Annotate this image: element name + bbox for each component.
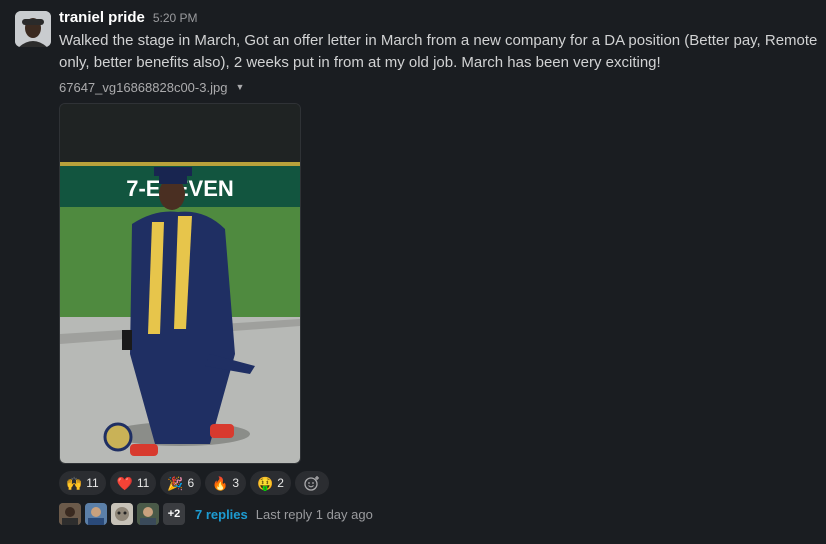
last-reply-text: Last reply 1 day ago [255,506,373,522]
message-header: traniel pride 5:20 PM [59,9,819,29]
reply-avatar [111,503,133,525]
message-text: Walked the stage in March, Got an offer … [59,32,818,71]
money-mouth-icon: 🤑 [257,475,274,491]
fire-icon: 🔥 [212,475,229,491]
message: traniel pride 5:20 PM Walked the stage i… [0,0,826,544]
raised-hands-icon: 🙌 [66,475,83,491]
reaction-count: 2 [277,476,284,490]
thread-summary[interactable]: +2 7 replies Last reply 1 day ago [59,503,373,525]
reaction-count: 11 [136,476,150,490]
file-name[interactable]: 67647_vg16868828c00-3.jpg [59,80,227,95]
reaction-bar: 🙌 11 ❤️ 11 🎉 6 🔥 3 🤑 2 [59,471,329,495]
reaction-pill[interactable]: ❤️ 11 [109,471,157,495]
extra-repliers-count: +2 [167,508,181,520]
reaction-pill[interactable]: 🤑 2 [250,471,291,495]
heart-icon: ❤️ [116,475,133,491]
party-popper-icon: 🎉 [167,475,184,491]
reaction-count: 3 [232,476,240,490]
message-timestamp[interactable]: 5:20 PM [153,11,198,25]
author-name[interactable]: traniel pride [59,9,145,26]
file-name-row: 67647_vg16868828c00-3.jpg ▼ [59,78,819,96]
reply-avatar [85,503,107,525]
reaction-pill[interactable]: 🔥 3 [205,471,247,495]
reaction-pill[interactable]: 🙌 11 [59,471,106,495]
chevron-down-icon[interactable]: ▼ [235,82,244,92]
image-attachment[interactable]: 7-ELEVEN [59,103,301,464]
reply-avatar [59,503,81,525]
add-reaction-button[interactable] [294,471,329,495]
reaction-count: 11 [86,476,99,490]
reaction-pill[interactable]: 🎉 6 [160,471,202,495]
add-reaction-icon [304,476,319,491]
reply-avatar [137,503,159,525]
replies-link[interactable]: 7 replies [195,507,248,522]
author-avatar[interactable] [15,11,51,47]
reaction-count: 6 [187,476,195,490]
message-content: traniel pride 5:20 PM Walked the stage i… [59,9,819,96]
reply-avatar-overflow: +2 [163,503,185,525]
